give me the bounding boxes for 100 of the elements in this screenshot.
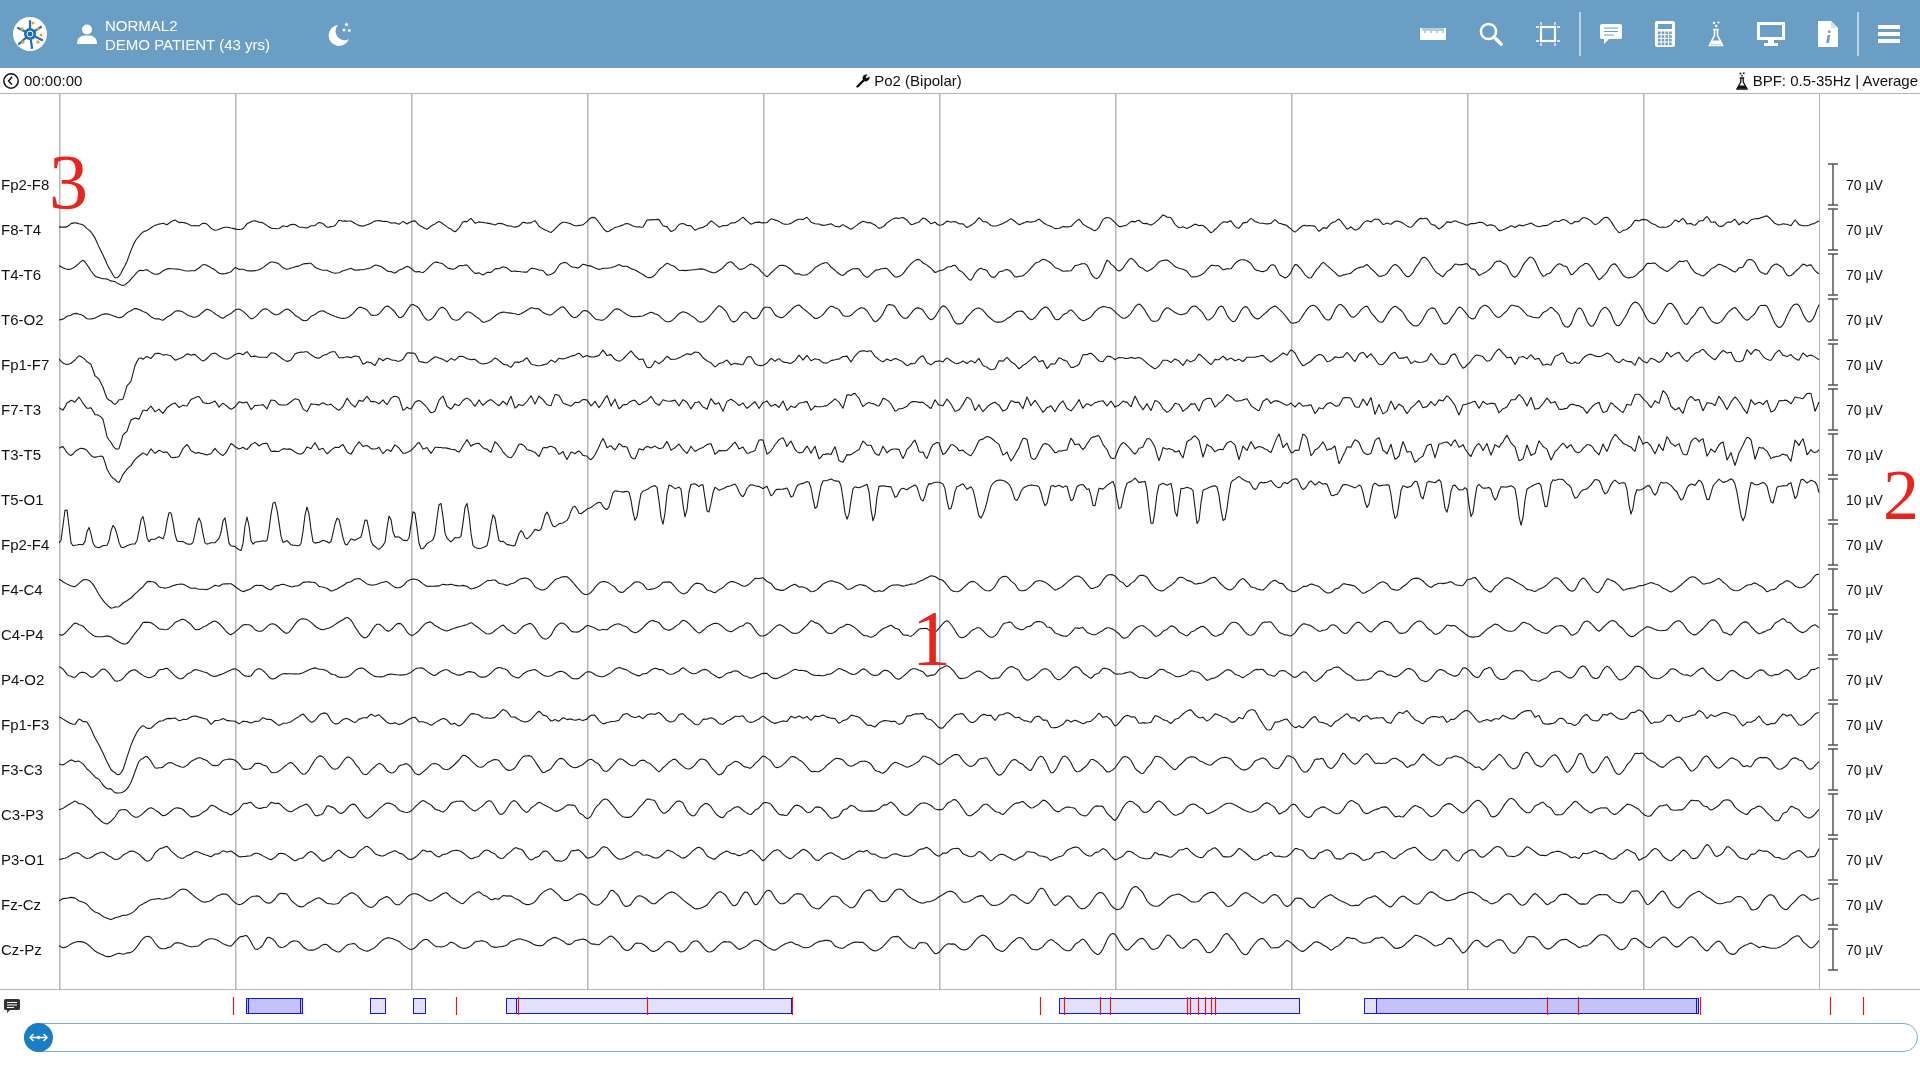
search-icon[interactable]	[1479, 22, 1503, 46]
scale-label: 70 µV	[1846, 896, 1883, 913]
scale-bar-icon	[1828, 928, 1838, 971]
annotation-number: 2	[1883, 459, 1919, 531]
scale-bar-icon	[1828, 298, 1838, 341]
scale-label: 70 µV	[1846, 446, 1883, 463]
scale-label: 70 µV	[1846, 266, 1883, 283]
montage-name[interactable]: Po2 (Bipolar)	[874, 72, 962, 89]
scale-label: 70 µV	[1846, 356, 1883, 373]
scale-bar-icon	[1828, 478, 1838, 521]
scale-bar-icon	[1828, 883, 1838, 926]
crop-icon[interactable]	[1536, 22, 1560, 46]
scale-bar-icon	[1828, 703, 1838, 746]
scale-bar-icon	[1828, 253, 1838, 296]
event-range[interactable]	[1059, 998, 1300, 1014]
annotation-number: 3	[49, 143, 88, 221]
channel-label: Fp1-F3	[1, 716, 50, 733]
event-marker[interactable]	[791, 996, 794, 1016]
person-icon	[77, 24, 97, 44]
scale-label: 70 µV	[1846, 851, 1883, 868]
scale-bar-icon	[1828, 163, 1838, 206]
scale-label: 70 µV	[1846, 581, 1883, 598]
event-range[interactable]	[246, 998, 303, 1014]
event-marker[interactable]	[1546, 996, 1549, 1016]
scale-label: 70 µV	[1846, 716, 1883, 733]
info-document-icon[interactable]	[1818, 21, 1838, 47]
event-marker[interactable]	[1214, 996, 1217, 1016]
filter-settings: BPF: 0.5-35Hz | Average	[1752, 72, 1918, 89]
scale-bar-icon	[1828, 793, 1838, 836]
scale-bar-icon	[1828, 433, 1838, 476]
channel-label: Fp2-F4	[1, 536, 50, 553]
event-marker[interactable]	[1577, 996, 1580, 1016]
channel-label: T4-T6	[1, 266, 41, 283]
neuron-logo-icon[interactable]	[13, 17, 47, 51]
event-marker[interactable]	[1039, 996, 1042, 1016]
moon-stars-icon[interactable]	[328, 22, 352, 46]
scale-label: 70 µV	[1846, 941, 1883, 958]
scale-bar-icon	[1828, 748, 1838, 791]
monitor-icon[interactable]	[1757, 22, 1785, 46]
scale-bar-icon	[1828, 523, 1838, 566]
scale-label: 70 µV	[1846, 626, 1883, 643]
calculator-icon[interactable]	[1655, 21, 1675, 47]
flask-icon	[1735, 71, 1748, 90]
event-marker[interactable]	[1063, 996, 1066, 1016]
event-marker[interactable]	[1204, 996, 1207, 1016]
scale-bar-icon	[1828, 208, 1838, 251]
channel-label: C3-P3	[1, 806, 44, 823]
event-marker[interactable]	[1099, 996, 1102, 1016]
event-range[interactable]	[413, 998, 426, 1014]
scale-label: 70 µV	[1846, 176, 1883, 193]
channel-label: P3-O1	[1, 851, 45, 868]
channel-label: F8-T4	[1, 221, 41, 238]
event-marker[interactable]	[1829, 996, 1832, 1016]
event-marker[interactable]	[1862, 996, 1865, 1016]
event-marker[interactable]	[1109, 996, 1112, 1016]
scale-label: 70 µV	[1846, 221, 1883, 238]
scale-label: 70 µV	[1846, 401, 1883, 418]
channel-label: Cz-Pz	[1, 941, 42, 958]
flask-icon[interactable]	[1708, 21, 1724, 47]
scale-bar-icon	[1828, 343, 1838, 386]
event-range[interactable]	[506, 998, 792, 1014]
event-marker[interactable]	[517, 996, 520, 1016]
scale-label: 70 µV	[1846, 761, 1883, 778]
channel-label: F3-C3	[1, 761, 43, 778]
event-marker[interactable]	[1197, 996, 1200, 1016]
event-marker[interactable]	[1210, 996, 1213, 1016]
event-marker[interactable]	[1189, 996, 1192, 1016]
channel-label: T6-O2	[1, 311, 44, 328]
event-marker[interactable]	[646, 996, 649, 1016]
channel-label: Fz-Cz	[1, 896, 41, 913]
scale-label: 70 µV	[1846, 536, 1883, 553]
clock-icon	[3, 72, 19, 89]
scale-label: 70 µV	[1846, 311, 1883, 328]
channel-label: F7-T3	[1, 401, 41, 418]
scale-label: 10 µV	[1846, 491, 1883, 508]
event-marker[interactable]	[232, 996, 235, 1016]
wrench-icon	[856, 73, 871, 88]
channel-label: Fp2-F8	[1, 176, 50, 193]
channel-label: P4-O2	[1, 671, 45, 688]
scale-label: 70 µV	[1846, 806, 1883, 823]
elapsed-time: 00:00:00	[24, 72, 83, 89]
scale-bar-icon	[1828, 568, 1838, 611]
comment-icon[interactable]	[4, 999, 20, 1013]
scale-bar-icon	[1828, 658, 1838, 701]
event-range[interactable]	[370, 998, 386, 1014]
channel-label: T5-O1	[1, 491, 44, 508]
recording-name: NORMAL2	[105, 16, 178, 35]
event-marker[interactable]	[1186, 996, 1189, 1016]
menu-icon[interactable]	[1878, 25, 1900, 43]
scale-bar-icon	[1828, 613, 1838, 656]
event-marker[interactable]	[455, 996, 458, 1016]
channel-label: F4-C4	[1, 581, 43, 598]
patient-name: DEMO PATIENT (43 yrs)	[105, 35, 270, 54]
event-marker[interactable]	[1699, 996, 1702, 1016]
channel-label: C4-P4	[1, 626, 44, 643]
event-range[interactable]	[1364, 998, 1699, 1014]
scale-bar-icon	[1828, 388, 1838, 431]
scale-label: 70 µV	[1846, 671, 1883, 688]
channel-label: T3-T5	[1, 446, 41, 463]
channel-label: Fp1-F7	[1, 356, 50, 373]
